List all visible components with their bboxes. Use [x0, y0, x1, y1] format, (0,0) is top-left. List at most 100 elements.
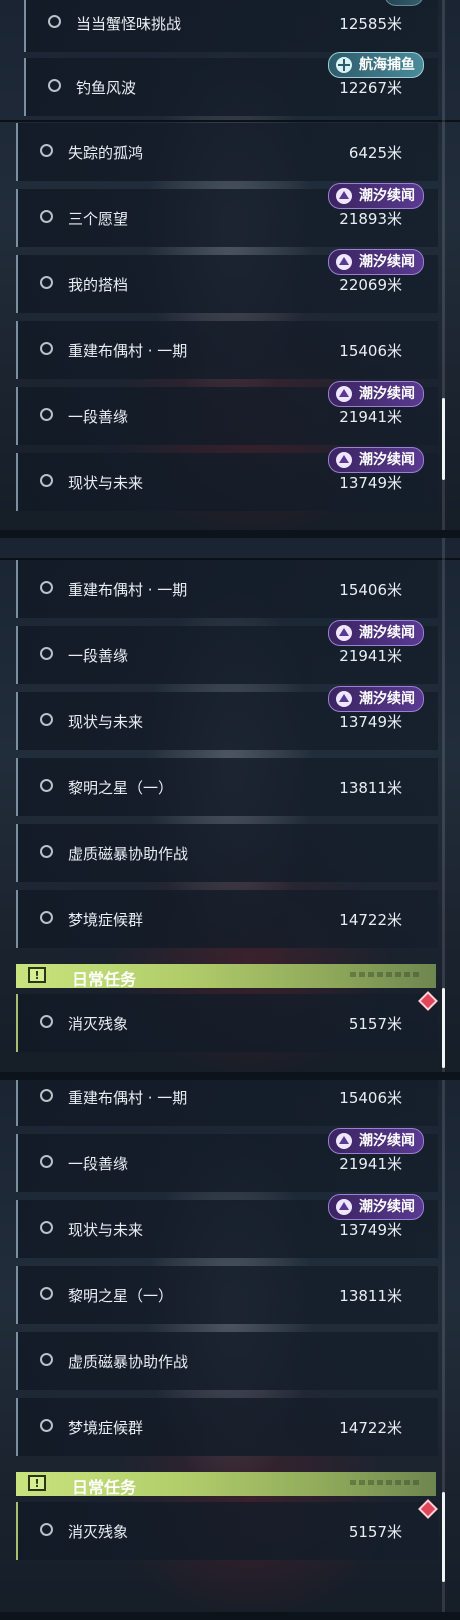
scrollbar-thumb[interactable] — [442, 398, 445, 480]
quest-distance: 15406米 — [339, 581, 402, 599]
quest-status-circle-icon — [48, 79, 61, 92]
fishing-tag — [384, 0, 424, 6]
quest-status-circle-icon — [40, 1353, 53, 1366]
tide-tag-label: 潮汐续闻 — [359, 452, 415, 468]
quest-name: 一段善缘 — [68, 408, 129, 426]
quest-row[interactable]: 梦境症候群 14722米 — [16, 1398, 438, 1456]
quest-row[interactable]: 虚质磁暴协助作战 — [16, 1332, 438, 1390]
quest-name: 当当蟹怪味挑战 — [76, 15, 182, 33]
quest-distance: 21941米 — [339, 647, 402, 665]
quest-name: 现状与未来 — [68, 474, 144, 492]
quest-row[interactable]: 重建布偶村 · 一期 15406米 — [16, 321, 438, 379]
quest-status-circle-icon — [40, 276, 53, 289]
exclamation-icon: ! — [28, 967, 46, 983]
quest-row[interactable]: 现状与未来 13749米 潮汐续闻 — [16, 447, 438, 511]
quest-row[interactable]: 失踪的孤鸿 6425米 — [16, 123, 438, 181]
quest-distance: 22069米 — [339, 276, 402, 294]
tide-tag: 潮汐续闻 — [328, 381, 424, 407]
tide-tag: 潮汐续闻 — [328, 447, 424, 473]
daily-quests-header[interactable]: ! 日常任务 — [16, 1472, 436, 1497]
quest-distance: 12267米 — [339, 79, 402, 97]
quest-status-circle-icon — [40, 713, 53, 726]
quest-name: 三个愿望 — [68, 210, 129, 228]
quest-status-circle-icon — [40, 911, 53, 924]
scrollbar-thumb[interactable] — [442, 1492, 445, 1582]
quest-name: 梦境症候群 — [68, 1419, 144, 1437]
quest-status-circle-icon — [40, 1287, 53, 1300]
quest-row[interactable]: 现状与未来 13749米 潮汐续闻 — [16, 1194, 438, 1258]
quest-row[interactable]: 现状与未来 13749米 潮汐续闻 — [16, 686, 438, 750]
fishing-tag-label: 航海捕鱼 — [359, 57, 415, 73]
quest-row[interactable]: 虚质磁暴协助作战 — [16, 824, 438, 882]
quest-distance: 12585米 — [339, 15, 402, 33]
tide-icon — [336, 691, 352, 707]
quest-row[interactable]: 黎明之星（一） 13811米 — [16, 1266, 438, 1324]
quest-status-circle-icon — [40, 1419, 53, 1432]
quest-distance: 5157米 — [348, 1523, 402, 1541]
quest-name: 黎明之星（一） — [68, 779, 174, 797]
quest-row[interactable]: 钓鱼风波 12267米 航海捕鱼 — [24, 52, 438, 116]
daily-quests-header[interactable]: ! 日常任务 — [16, 964, 436, 989]
quest-distance: 14722米 — [339, 911, 402, 929]
quest-distance: 13811米 — [339, 779, 402, 797]
quest-name: 重建布偶村 · 一期 — [68, 342, 188, 360]
quest-name: 梦境症候群 — [68, 911, 144, 929]
quest-distance: 13811米 — [339, 1287, 402, 1305]
header-decoration — [350, 1480, 420, 1485]
quest-row[interactable]: 重建布偶村 · 一期 15406米 — [16, 1080, 438, 1126]
quest-name: 重建布偶村 · 一期 — [68, 1089, 188, 1107]
quest-list-panel-1: 当当蟹怪味挑战 12585米 钓鱼风波 12267米 航海捕鱼 失踪的孤鸿 64… — [0, 0, 460, 538]
quest-distance: 15406米 — [339, 342, 402, 360]
quest-distance: 21941米 — [339, 1155, 402, 1173]
tide-icon — [336, 188, 352, 204]
tide-icon — [336, 452, 352, 468]
quest-row[interactable]: 消灭残象 5157米 — [16, 1502, 438, 1560]
tide-tag-label: 潮汐续闻 — [359, 625, 415, 641]
quest-status-circle-icon — [40, 1221, 53, 1234]
quest-status-circle-icon — [40, 408, 53, 421]
quest-name: 我的搭档 — [68, 276, 129, 294]
quest-name: 虚质磁暴协助作战 — [68, 845, 189, 863]
quest-row[interactable]: 一段善缘 21941米 潮汐续闻 — [16, 381, 438, 445]
quest-name: 钓鱼风波 — [76, 79, 137, 97]
quest-distance: 21941米 — [339, 408, 402, 426]
quest-row[interactable]: 消灭残象 5157米 — [16, 994, 438, 1052]
quest-status-circle-icon — [40, 845, 53, 858]
quest-status-circle-icon — [40, 144, 53, 157]
quest-name: 现状与未来 — [68, 1221, 144, 1239]
quest-row[interactable]: 三个愿望 21893米 潮汐续闻 — [16, 183, 438, 247]
quest-row[interactable]: 梦境症候群 14722米 — [16, 890, 438, 948]
quest-status-circle-icon — [40, 1155, 53, 1168]
scrollbar-thumb[interactable] — [442, 988, 445, 1068]
tide-icon — [336, 1199, 352, 1215]
quest-row[interactable]: 我的搭档 22069米 潮汐续闻 — [16, 249, 438, 313]
quest-name: 重建布偶村 · 一期 — [68, 581, 188, 599]
quest-list-panel-2: 重建布偶村 · 一期 15406米 一段善缘 21941米 潮汐续闻 现状与未来… — [0, 538, 460, 1080]
quest-name: 虚质磁暴协助作战 — [68, 1353, 189, 1371]
quest-status-circle-icon — [40, 581, 53, 594]
tide-tag-label: 潮汐续闻 — [359, 254, 415, 270]
quest-distance: 13749米 — [339, 1221, 402, 1239]
tide-icon — [336, 254, 352, 270]
divider — [0, 120, 460, 122]
daily-quests-title: 日常任务 — [72, 970, 137, 989]
quest-distance: 6425米 — [348, 144, 402, 162]
quest-name: 黎明之星（一） — [68, 1287, 174, 1305]
tide-tag-label: 潮汐续闻 — [359, 386, 415, 402]
tide-tag: 潮汐续闻 — [328, 686, 424, 712]
tide-tag: 潮汐续闻 — [328, 249, 424, 275]
tide-tag: 潮汐续闻 — [328, 620, 424, 646]
quest-status-circle-icon — [40, 1523, 53, 1536]
tide-tag-label: 潮汐续闻 — [359, 1133, 415, 1149]
quest-row[interactable]: 一段善缘 21941米 潮汐续闻 — [16, 1128, 438, 1192]
quest-row[interactable]: 一段善缘 21941米 潮汐续闻 — [16, 620, 438, 684]
quest-row[interactable]: 黎明之星（一） 13811米 — [16, 758, 438, 816]
quest-name: 一段善缘 — [68, 647, 129, 665]
tide-tag-label: 潮汐续闻 — [359, 1199, 415, 1215]
fishing-icon — [336, 57, 352, 73]
quest-status-circle-icon — [40, 210, 53, 223]
quest-distance: 5157米 — [348, 1015, 402, 1033]
quest-row[interactable]: 当当蟹怪味挑战 12585米 — [24, 0, 438, 52]
quest-row[interactable]: 重建布偶村 · 一期 15406米 — [16, 560, 438, 618]
tide-tag: 潮汐续闻 — [328, 1194, 424, 1220]
